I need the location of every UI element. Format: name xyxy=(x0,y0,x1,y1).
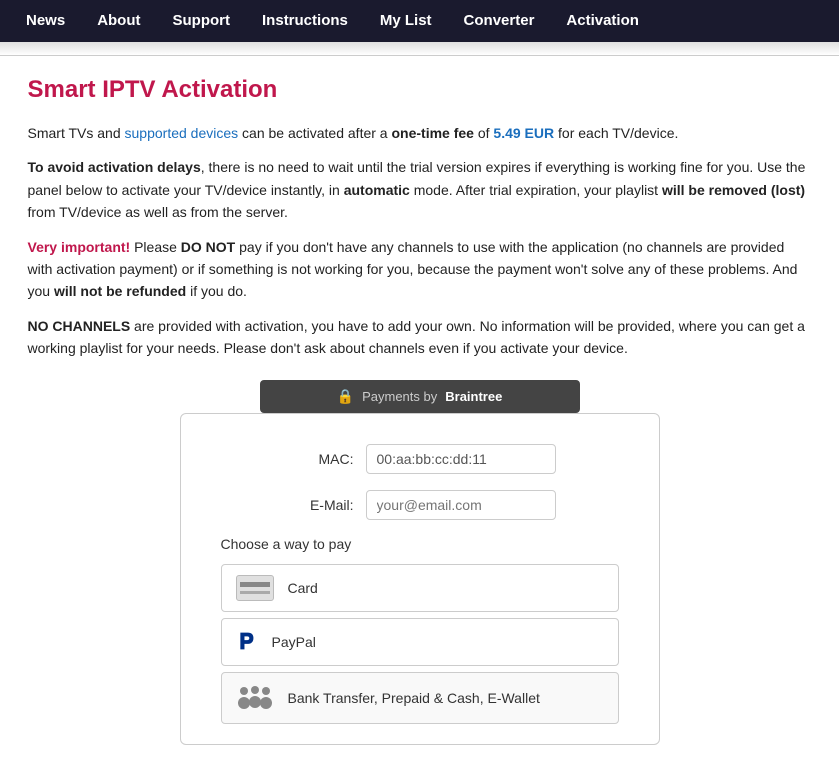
intro-suffix: for each TV/device. xyxy=(554,125,678,141)
avoid-delays-bold: To avoid activation delays xyxy=(28,159,201,175)
nav-mylist[interactable]: My List xyxy=(364,0,448,42)
intro-middle2: of xyxy=(474,125,493,141)
para2-rest3: from TV/device as well as from the serve… xyxy=(28,204,288,220)
nav-activation[interactable]: Activation xyxy=(550,0,655,42)
paypal-icon: 𝐏 xyxy=(236,629,258,655)
email-input[interactable] xyxy=(366,490,556,520)
nav-divider xyxy=(0,42,839,56)
automatic-text: automatic xyxy=(344,182,410,198)
warning-paragraph: Very important! Please DO NOT pay if you… xyxy=(28,236,812,303)
card-stripe2 xyxy=(240,591,270,594)
braintree-brand: Braintree xyxy=(445,389,502,404)
bank-svg xyxy=(236,685,274,713)
braintree-header: 🔒 Payments by Braintree xyxy=(260,380,580,413)
bank-payment-option[interactable]: Bank Transfer, Prepaid & Cash, E-Wallet xyxy=(221,672,619,724)
nav-support[interactable]: Support xyxy=(157,0,247,42)
card-label: Card xyxy=(288,580,318,596)
page-title: Smart IPTV Activation xyxy=(28,76,812,104)
para2-rest2: mode. After trial expiration, your playl… xyxy=(410,182,662,198)
paypal-payment-option[interactable]: 𝐏 PayPal xyxy=(221,618,619,666)
no-channels-paragraph: NO CHANNELS are provided with activation… xyxy=(28,315,812,360)
will-be-removed-text: will be removed (lost) xyxy=(662,182,805,198)
main-nav: News About Support Instructions My List … xyxy=(0,0,839,42)
do-not-text: DO NOT xyxy=(181,239,235,255)
payment-box: MAC: E-Mail: Choose a way to pay Card xyxy=(180,413,660,745)
very-important-text: Very important! xyxy=(28,239,131,255)
price-text: 5.49 EUR xyxy=(493,125,554,141)
mac-label: MAC: xyxy=(284,451,354,467)
choose-label: Choose a way to pay xyxy=(221,536,619,552)
card-payment-option[interactable]: Card xyxy=(221,564,619,612)
payment-options-list: Card 𝐏 PayPal xyxy=(221,564,619,724)
card-stripe1 xyxy=(240,582,270,587)
not-refunded-text: will not be refunded xyxy=(54,283,186,299)
intro-middle: can be activated after a xyxy=(238,125,391,141)
paypal-label: PayPal xyxy=(272,634,316,650)
no-channels-bold: NO CHANNELS xyxy=(28,318,131,334)
nav-converter[interactable]: Converter xyxy=(448,0,551,42)
mac-input[interactable] xyxy=(366,444,556,474)
mac-row: MAC: xyxy=(221,444,619,474)
warning-rest: Please xyxy=(130,239,181,255)
email-label: E-Mail: xyxy=(284,497,354,513)
nav-instructions[interactable]: Instructions xyxy=(246,0,364,42)
nav-about[interactable]: About xyxy=(81,0,156,42)
bank-label: Bank Transfer, Prepaid & Cash, E-Wallet xyxy=(288,690,540,706)
warning-rest3: if you do. xyxy=(186,283,247,299)
main-content: Smart IPTV Activation Smart TVs and supp… xyxy=(10,56,830,765)
intro-paragraph: Smart TVs and supported devices can be a… xyxy=(28,122,812,144)
no-channels-rest: are provided with activation, you have t… xyxy=(28,318,805,356)
payment-section: 🔒 Payments by Braintree MAC: E-Mail: Cho… xyxy=(28,380,812,745)
one-time-fee-text: one-time fee xyxy=(391,125,473,141)
nav-news[interactable]: News xyxy=(10,0,81,42)
braintree-label: Payments by xyxy=(362,389,437,404)
bank-icon xyxy=(236,683,274,713)
intro-prefix: Smart TVs and xyxy=(28,125,125,141)
supported-devices-link[interactable]: supported devices xyxy=(125,125,239,141)
avoid-delays-paragraph: To avoid activation delays, there is no … xyxy=(28,156,812,223)
email-row: E-Mail: xyxy=(221,490,619,520)
lock-icon: 🔒 xyxy=(337,388,354,405)
card-icon xyxy=(236,575,274,601)
